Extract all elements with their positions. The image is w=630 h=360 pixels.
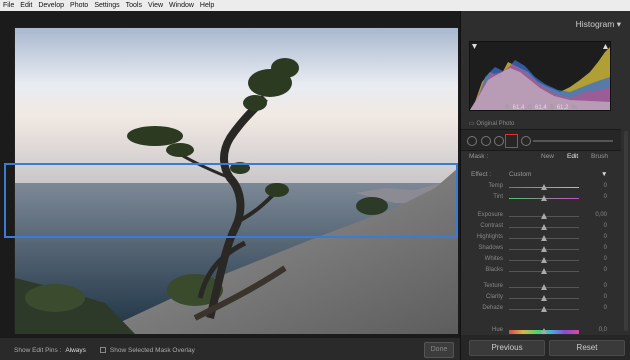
slider-label: Clarity xyxy=(485,294,503,300)
mask-new-button[interactable]: New xyxy=(541,153,554,160)
slider-thumb[interactable] xyxy=(541,328,547,334)
original-photo-toggle[interactable]: ▭ Original Photo xyxy=(469,120,514,127)
slider-value[interactable]: 0 xyxy=(583,183,607,189)
slider-label: Contrast xyxy=(480,223,503,229)
slider-thumb[interactable] xyxy=(541,257,547,263)
slider-label: Blacks xyxy=(485,267,503,273)
slider-thumb[interactable] xyxy=(541,235,547,241)
panel-scrollbar[interactable] xyxy=(624,131,628,331)
show-edit-pins-select[interactable]: Always xyxy=(65,347,86,354)
mask-edit-button[interactable]: Edit xyxy=(567,153,578,160)
mask-brush-button[interactable]: Brush xyxy=(591,153,608,160)
menu-bar: File Edit Develop Photo Settings Tools V… xyxy=(0,0,630,11)
slider-value[interactable]: 0 xyxy=(583,194,607,200)
slider-row-texture: Texture 0 xyxy=(461,283,621,292)
effect-label: Effect : xyxy=(471,171,492,178)
slider-row-shadows: Shadows 0 xyxy=(461,245,621,254)
slider-thumb[interactable] xyxy=(541,268,547,274)
slider-label: Dehaze xyxy=(482,305,503,311)
slider-thumb[interactable] xyxy=(541,306,547,312)
previous-button[interactable]: Previous xyxy=(469,340,545,356)
bottom-buttons: Previous Reset xyxy=(461,335,630,360)
slider-row-tint: Tint 0 xyxy=(461,194,621,203)
highlight-clipping-icon xyxy=(603,44,608,49)
slider-value[interactable]: 0 xyxy=(583,267,607,273)
shadow-clipping-icon xyxy=(472,44,477,49)
slider-value[interactable]: 0,0 xyxy=(583,327,607,333)
bottom-toolbar: Show Edit Pins : Always Show Selected Ma… xyxy=(0,338,460,360)
red-eye-tool-icon[interactable] xyxy=(494,136,504,146)
slider-row-highlights: Highlights 0 xyxy=(461,234,621,243)
tool-strip xyxy=(461,129,621,151)
slider-row-whites: Whites 0 xyxy=(461,256,621,265)
slider-label: Shadows xyxy=(478,245,503,251)
effect-preset-select[interactable]: Custom xyxy=(509,171,531,178)
mask-label: Mask : xyxy=(469,153,489,160)
rgb-readout: R 61,4 G 61,4 B 61,2 % xyxy=(505,105,577,111)
slider-value[interactable]: 0 xyxy=(583,294,607,300)
menu-develop[interactable]: Develop xyxy=(38,0,64,11)
slider-label: Tint xyxy=(493,194,503,200)
show-overlay-label: Show Selected Mask Overlay xyxy=(109,346,195,354)
menu-tools[interactable]: Tools xyxy=(126,0,142,11)
right-panel: Histogram ▾ R 61,4 G 61,4 B 61,2 % ▭ Origin… xyxy=(460,11,630,360)
slider-row-dehaze: Dehaze 0 xyxy=(461,305,621,314)
slider-label: Highlights xyxy=(476,234,503,240)
effect-row: Effect : Custom ▼ xyxy=(469,171,621,181)
show-edit-pins-label: Show Edit Pins : xyxy=(14,346,62,354)
slider-thumb[interactable] xyxy=(541,224,547,230)
slider-thumb[interactable] xyxy=(541,213,547,219)
spot-removal-tool-icon[interactable] xyxy=(481,136,491,146)
done-button[interactable]: Done xyxy=(424,342,454,358)
graduated-filter-tool-icon[interactable] xyxy=(505,134,518,148)
histogram-chart xyxy=(469,41,611,111)
menu-view[interactable]: View xyxy=(148,0,163,11)
radial-filter-tool-icon[interactable] xyxy=(521,136,531,146)
slider-value[interactable]: 0 xyxy=(583,256,607,262)
slider-row-clarity: Clarity 0 xyxy=(461,294,621,303)
slider-value[interactable]: 0 xyxy=(583,305,607,311)
slider-label: Temp xyxy=(488,183,503,189)
menu-edit[interactable]: Edit xyxy=(20,0,32,11)
menu-file[interactable]: File xyxy=(3,0,14,11)
histogram-title[interactable]: Histogram ▾ xyxy=(461,19,621,30)
slider-value[interactable]: 0 xyxy=(583,223,607,229)
crop-tool-icon[interactable] xyxy=(467,136,477,146)
menu-photo[interactable]: Photo xyxy=(70,0,88,11)
tool-strip-slider[interactable] xyxy=(533,140,613,142)
slider-label: Whites xyxy=(484,256,503,262)
slider-label: Exposure xyxy=(477,212,503,218)
reset-button[interactable]: Reset xyxy=(549,340,625,356)
effect-disclosure-icon[interactable]: ▼ xyxy=(601,171,607,178)
slider-value[interactable]: 0,00 xyxy=(583,212,607,218)
slider-value[interactable]: 0 xyxy=(583,245,607,251)
slider-label: Hue xyxy=(491,327,503,333)
slider-label: Texture xyxy=(483,283,503,289)
slider-thumb[interactable] xyxy=(541,246,547,252)
slider-row-contrast: Contrast 0 xyxy=(461,223,621,232)
slider-value[interactable]: 0 xyxy=(583,234,607,240)
graduated-filter-overlay[interactable] xyxy=(4,163,458,238)
menu-window[interactable]: Window xyxy=(169,0,194,11)
menu-help[interactable]: Help xyxy=(200,0,214,11)
menu-settings[interactable]: Settings xyxy=(94,0,119,11)
slider-row-temp: Temp 0 xyxy=(461,183,621,192)
slider-thumb[interactable] xyxy=(541,195,547,201)
slider-row-blacks: Blacks 0 xyxy=(461,267,621,276)
image-pane: Show Edit Pins : Always Show Selected Ma… xyxy=(0,11,460,360)
slider-row-exposure: Exposure 0,00 xyxy=(461,212,621,221)
mask-row: Mask : New Edit Brush xyxy=(469,153,621,165)
show-overlay-checkbox[interactable] xyxy=(99,347,106,353)
slider-thumb[interactable] xyxy=(541,284,547,290)
slider-thumb[interactable] xyxy=(541,184,547,190)
slider-thumb[interactable] xyxy=(541,295,547,301)
histogram-graph xyxy=(470,44,610,110)
slider-value[interactable]: 0 xyxy=(583,283,607,289)
